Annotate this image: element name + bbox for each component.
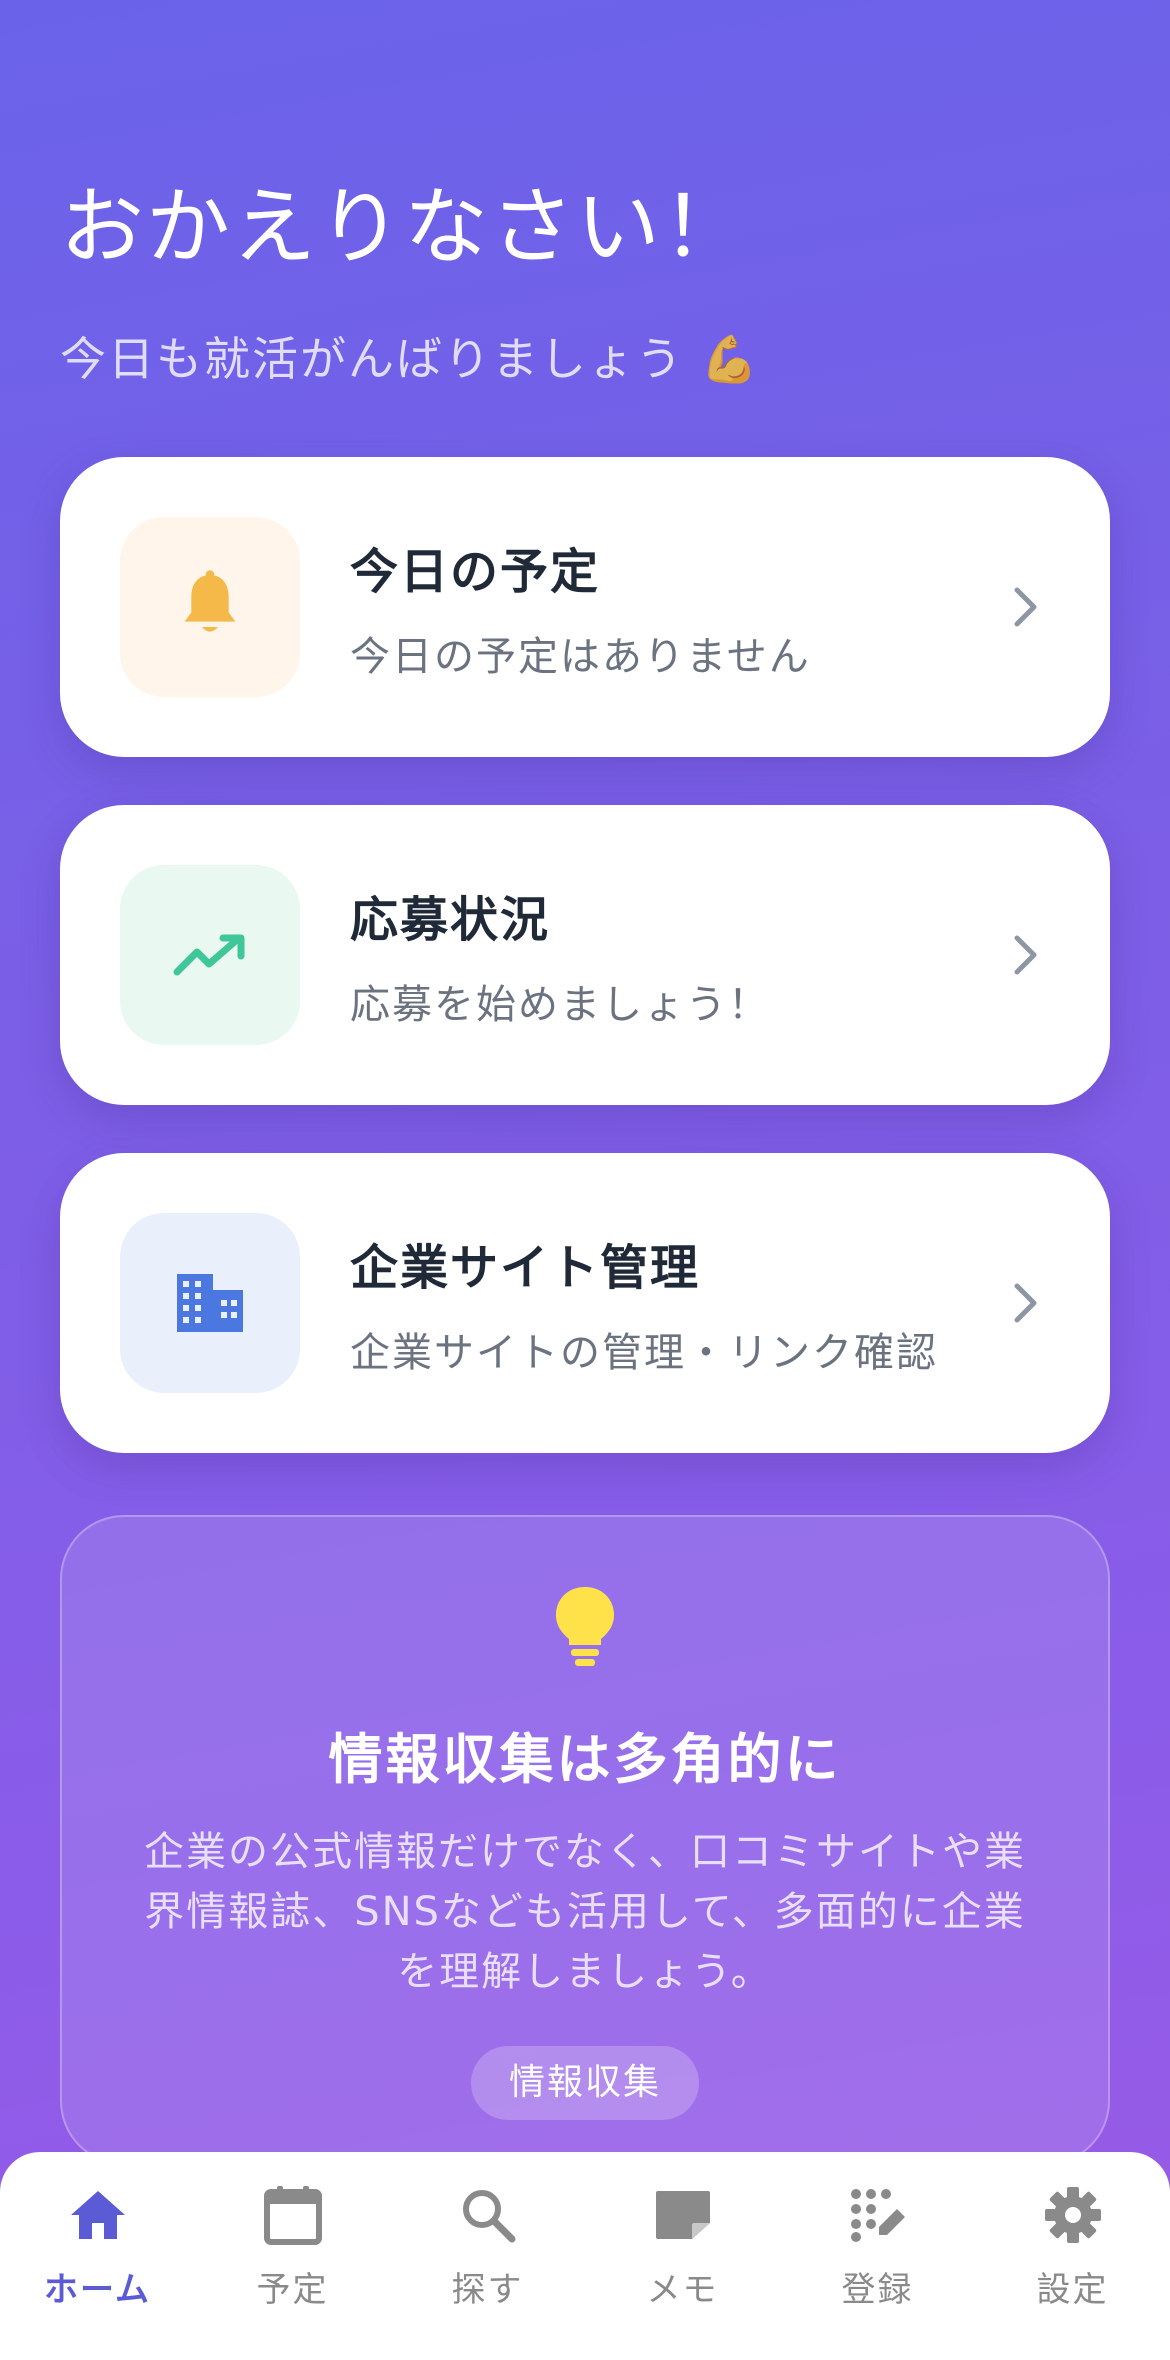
lightbulb-icon xyxy=(62,1585,1108,1675)
header: おかえりなさい！ 今日も就活がんばりましょう 💪 xyxy=(60,160,760,389)
page-title: おかえりなさい！ xyxy=(60,178,749,276)
tab-label: ホーム xyxy=(44,2270,151,2310)
building-icon xyxy=(177,1274,243,1332)
gear-icon xyxy=(1043,2180,1103,2250)
tab-register[interactable]: 登録 xyxy=(780,2180,975,2311)
card-title: 今日の予定 xyxy=(350,544,601,600)
chevron-right-icon xyxy=(1006,925,1046,985)
info-gathering-button[interactable]: 情報収集 xyxy=(470,2046,699,2120)
tip-panel: 情報収集は多角的に 企業の公式情報だけでなく、口コミサイトや業界情報誌、SNSな… xyxy=(60,1515,1110,2165)
tab-label: 設定 xyxy=(1036,2270,1109,2310)
tab-label: 登録 xyxy=(841,2270,914,2310)
tab-memo[interactable]: メモ xyxy=(585,2180,780,2311)
card-icon-container xyxy=(120,517,300,697)
tab-label: 予定 xyxy=(256,2270,329,2310)
card-description: 応募を始めましょう！ xyxy=(350,982,770,1028)
trending-up-icon xyxy=(173,934,245,976)
chevron-right-icon xyxy=(1006,577,1046,637)
card-description: 今日の予定はありません xyxy=(350,634,811,680)
today-schedule-card[interactable]: 今日の予定 今日の予定はありません xyxy=(60,457,1110,757)
calendar-icon xyxy=(263,2180,323,2250)
card-icon-container xyxy=(120,865,300,1045)
tab-home[interactable]: ホーム xyxy=(0,2180,195,2311)
bell-icon xyxy=(184,570,236,632)
card-title: 企業サイト管理 xyxy=(350,1240,701,1296)
company-site-management-card[interactable]: 企業サイト管理 企業サイトの管理・リンク確認 xyxy=(60,1153,1110,1453)
register-icon xyxy=(849,2180,907,2250)
home-icon xyxy=(69,2180,127,2250)
note-icon xyxy=(652,2180,714,2250)
search-icon xyxy=(460,2180,516,2250)
tab-search[interactable]: 探す xyxy=(390,2180,585,2311)
tab-settings[interactable]: 設定 xyxy=(975,2180,1170,2311)
card-icon-container xyxy=(120,1213,300,1393)
page-subtitle: 今日も就活がんばりましょう 💪 xyxy=(60,332,760,386)
card-title: 応募状況 xyxy=(350,892,551,948)
tab-label: メモ xyxy=(646,2270,719,2310)
card-description: 企業サイトの管理・リンク確認 xyxy=(350,1330,938,1376)
tab-schedule[interactable]: 予定 xyxy=(195,2180,390,2311)
tip-title: 情報収集は多角的に xyxy=(328,1728,842,1791)
tab-label: 探す xyxy=(451,2270,524,2310)
chevron-right-icon xyxy=(1006,1273,1046,1333)
tip-body: 企業の公式情報だけでなく、口コミサイトや業界情報誌、SNSなども活用して、多面的… xyxy=(144,1829,1026,1995)
bottom-tab-bar: ホーム 予定 探す メモ 登録 設定 xyxy=(0,2152,1170,2360)
application-status-card[interactable]: 応募状況 応募を始めましょう！ xyxy=(60,805,1110,1105)
